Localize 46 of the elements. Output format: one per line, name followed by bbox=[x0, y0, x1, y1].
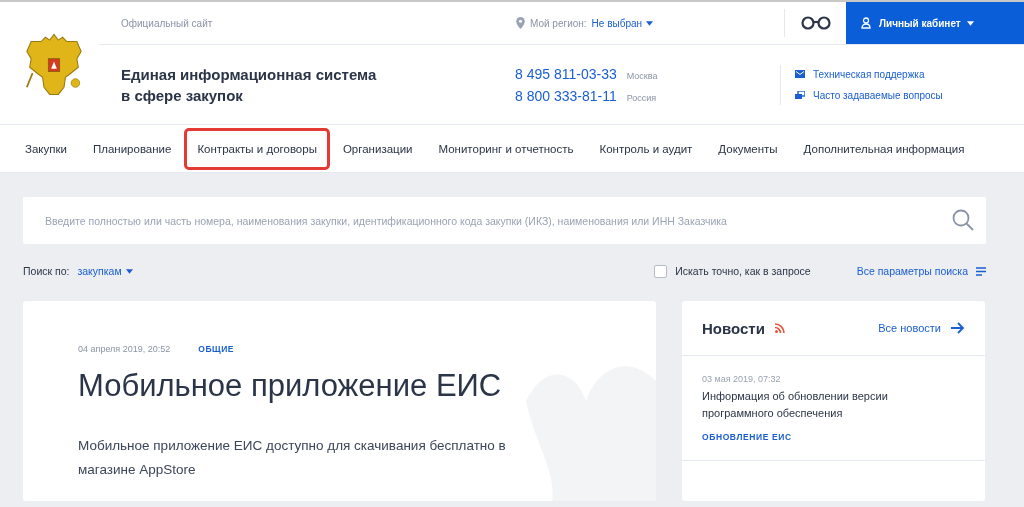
city-label: Россия bbox=[626, 92, 657, 103]
help-link[interactable]: Часто задаваемые вопросы bbox=[813, 89, 943, 101]
exact-match-label: Искать точно, как в запросе bbox=[675, 265, 811, 277]
city-label: Москва bbox=[626, 70, 658, 81]
location-pin-icon bbox=[516, 17, 525, 29]
nav-menu-item[interactable]: Контракты и договоры bbox=[184, 127, 330, 170]
caret-icon bbox=[125, 268, 133, 274]
caret-icon bbox=[646, 20, 654, 26]
region-dropdown[interactable]: Не выбран bbox=[591, 17, 654, 29]
article-date: 04 апреля 2019, 20:52 bbox=[78, 344, 171, 354]
envelope-icon bbox=[795, 70, 805, 78]
article-text: Мобильное приложение ЕИС доступно для скачивания бесплатно в магазине AppStore bbox=[78, 437, 507, 479]
glasses-icon bbox=[800, 16, 831, 30]
chat-icon bbox=[795, 90, 805, 100]
phone-number-link[interactable]: 8 495 811-03-33 bbox=[515, 65, 617, 82]
news-date: 03 мая 2019, 07:32 bbox=[702, 374, 782, 384]
all-news-link[interactable]: Все новости bbox=[878, 322, 941, 334]
all-search-params-link[interactable]: Все параметры поиска bbox=[856, 265, 968, 277]
personal-account-button[interactable]: Личный кабинет bbox=[846, 2, 1024, 44]
search-field[interactable]: Введите полностью или часть номера, наименования закупки, идентификационного кода закупки (ИКЗ), наименования или ИНН Заказчика bbox=[23, 197, 986, 244]
filter-lines-icon bbox=[976, 266, 986, 276]
search-icon bbox=[952, 209, 974, 231]
site-title: Единая информационная система в сфере закупок bbox=[121, 65, 377, 104]
article-title: Мобильное приложение ЕИС bbox=[78, 368, 503, 404]
news-title-link[interactable]: Информация об обновлении версии программного обеспечения bbox=[702, 388, 902, 422]
nav-menu-item[interactable]: Документы bbox=[705, 127, 791, 170]
arrow-right-icon bbox=[951, 322, 965, 334]
nav-menu-item[interactable]: Планирование bbox=[79, 127, 185, 170]
region-label: Мой регион: bbox=[530, 17, 587, 29]
search-scope-dropdown[interactable]: закупкам bbox=[77, 265, 133, 277]
caret-icon bbox=[966, 20, 974, 26]
news-heading: Новости bbox=[702, 319, 765, 337]
article-category-link[interactable]: ОБЩИЕ bbox=[198, 344, 234, 354]
phone-number-link[interactable]: 8 800 333-81-11 bbox=[515, 87, 617, 104]
nav-menu-item[interactable]: Закупки bbox=[12, 127, 80, 170]
rss-icon bbox=[774, 323, 785, 333]
help-link[interactable]: Техническая поддержка bbox=[813, 68, 925, 80]
checkbox[interactable] bbox=[654, 264, 668, 278]
nav-menu-item[interactable]: Контроль и аудит bbox=[586, 127, 706, 170]
nav-menu-item[interactable]: Дополнительная информация bbox=[790, 127, 978, 170]
search-by-label: Поиск по: bbox=[23, 265, 70, 277]
nav-menu-item[interactable]: Мониторинг и отчетность bbox=[425, 127, 587, 170]
official-site-label: Официальный сайт bbox=[121, 17, 214, 29]
nav-menu-item[interactable]: Организации bbox=[329, 127, 426, 170]
news-category-link[interactable]: ОБНОВЛЕНИЕ ЕИС bbox=[702, 432, 965, 442]
user-icon bbox=[861, 17, 873, 29]
